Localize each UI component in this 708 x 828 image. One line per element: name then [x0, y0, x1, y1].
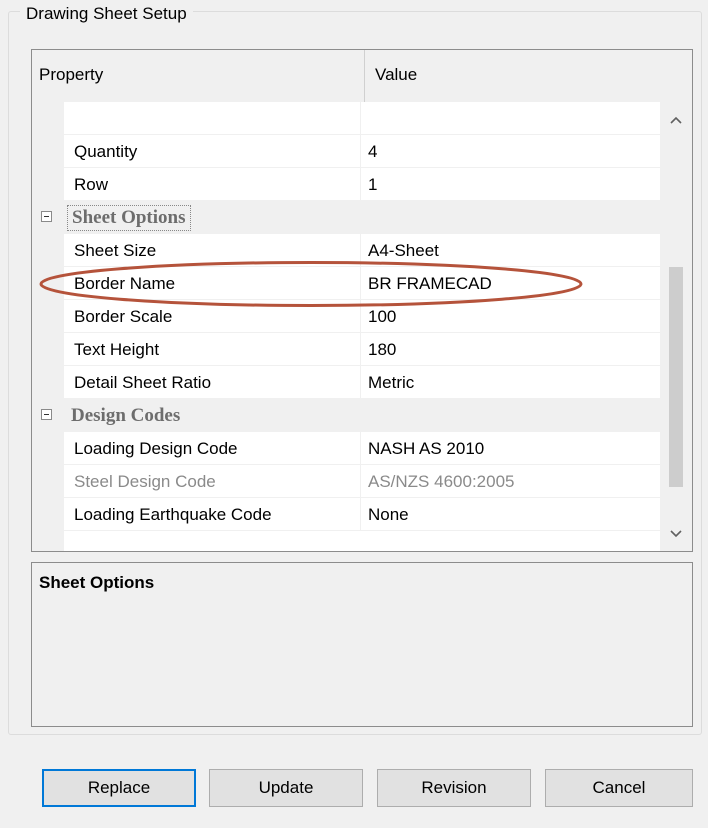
vertical-scrollbar[interactable] [660, 102, 692, 551]
row-divider [64, 530, 660, 531]
row-value[interactable]: 180 [368, 333, 396, 366]
grid-row-loading-earthquake-code[interactable]: Loading Earthquake Code None [32, 498, 660, 531]
scrollbar-thumb[interactable] [669, 267, 683, 487]
cell-divider [360, 102, 361, 135]
cell-divider [360, 300, 361, 333]
grid-row-quantity[interactable]: Quantity 4 [32, 135, 660, 168]
row-property: Sheet Size [74, 241, 157, 260]
grid-row-loading-design-code[interactable]: Loading Design Code NASH AS 2010 [32, 432, 660, 465]
category-label: Sheet Options [67, 205, 191, 231]
cell-divider [360, 267, 361, 300]
row-property: Quantity [74, 142, 138, 161]
header-property[interactable]: Property [39, 50, 103, 102]
row-property: Row [74, 175, 109, 194]
cell-divider [360, 465, 361, 498]
row-property: Loading Design Code [74, 439, 238, 458]
cell-divider [360, 168, 361, 201]
scroll-up-button[interactable] [660, 102, 692, 138]
replace-button[interactable]: Replace [42, 769, 196, 807]
grid-row-row[interactable]: Row 1 [32, 168, 660, 201]
property-grid[interactable]: Property Value Quantity 4 Row 1 Sheet Op… [31, 49, 693, 552]
grid-body: Quantity 4 Row 1 Sheet Options Sheet Siz… [32, 102, 660, 551]
row-value: AS/NZS 4600:2005 [368, 472, 515, 491]
cell-divider [360, 498, 361, 531]
group-title: Drawing Sheet Setup [20, 4, 193, 24]
grid-row-border-name[interactable]: Border Name BR FRAMECAD [32, 267, 660, 300]
category-sheet-options[interactable]: Sheet Options [32, 201, 660, 234]
row-property: Border Scale [74, 307, 173, 326]
cell-divider [360, 135, 361, 168]
minus-box-icon[interactable] [41, 211, 52, 222]
row-value[interactable]: None [368, 498, 409, 531]
grid-header: Property Value [32, 50, 692, 103]
row-property: Border Name [74, 274, 176, 293]
row-property: Detail Sheet Ratio [74, 373, 212, 392]
row-value[interactable]: 1 [368, 168, 377, 201]
cell-divider [360, 366, 361, 399]
cell-divider [360, 432, 361, 465]
revision-button[interactable]: Revision [377, 769, 531, 807]
row-value[interactable]: A4-Sheet [368, 234, 439, 267]
description-title: Sheet Options [39, 573, 155, 592]
category-design-codes[interactable]: Design Codes [32, 399, 660, 432]
grid-row-sheet-size[interactable]: Sheet Size A4-Sheet [32, 234, 660, 267]
grid-row-steel-design-code[interactable]: Steel Design Code AS/NZS 4600:2005 [32, 465, 660, 498]
cell-divider [360, 333, 361, 366]
chevron-up-icon [670, 116, 682, 124]
header-divider[interactable] [364, 50, 365, 102]
header-value[interactable]: Value [375, 50, 417, 102]
description-panel: Sheet Options [31, 562, 693, 727]
scroll-down-button[interactable] [660, 516, 692, 551]
chevron-down-icon [670, 530, 682, 538]
row-value[interactable]: 4 [368, 135, 377, 168]
update-button[interactable]: Update [209, 769, 363, 807]
category-label: Design Codes [71, 405, 181, 426]
grid-row-border-scale[interactable]: Border Scale 100 [32, 300, 660, 333]
row-value[interactable]: BR FRAMECAD [368, 267, 492, 300]
grid-row-blank[interactable] [32, 102, 660, 135]
row-value[interactable]: 100 [368, 300, 396, 333]
row-value[interactable]: NASH AS 2010 [368, 432, 484, 465]
grid-row-text-height[interactable]: Text Height 180 [32, 333, 660, 366]
cell-divider [360, 234, 361, 267]
row-property: Steel Design Code [74, 472, 216, 491]
cancel-button[interactable]: Cancel [545, 769, 693, 807]
row-value[interactable]: Metric [368, 366, 414, 399]
row-property: Text Height [74, 340, 160, 359]
row-property: Loading Earthquake Code [74, 505, 272, 524]
grid-row-detail-sheet-ratio[interactable]: Detail Sheet Ratio Metric [32, 366, 660, 399]
minus-box-icon[interactable] [41, 409, 52, 420]
